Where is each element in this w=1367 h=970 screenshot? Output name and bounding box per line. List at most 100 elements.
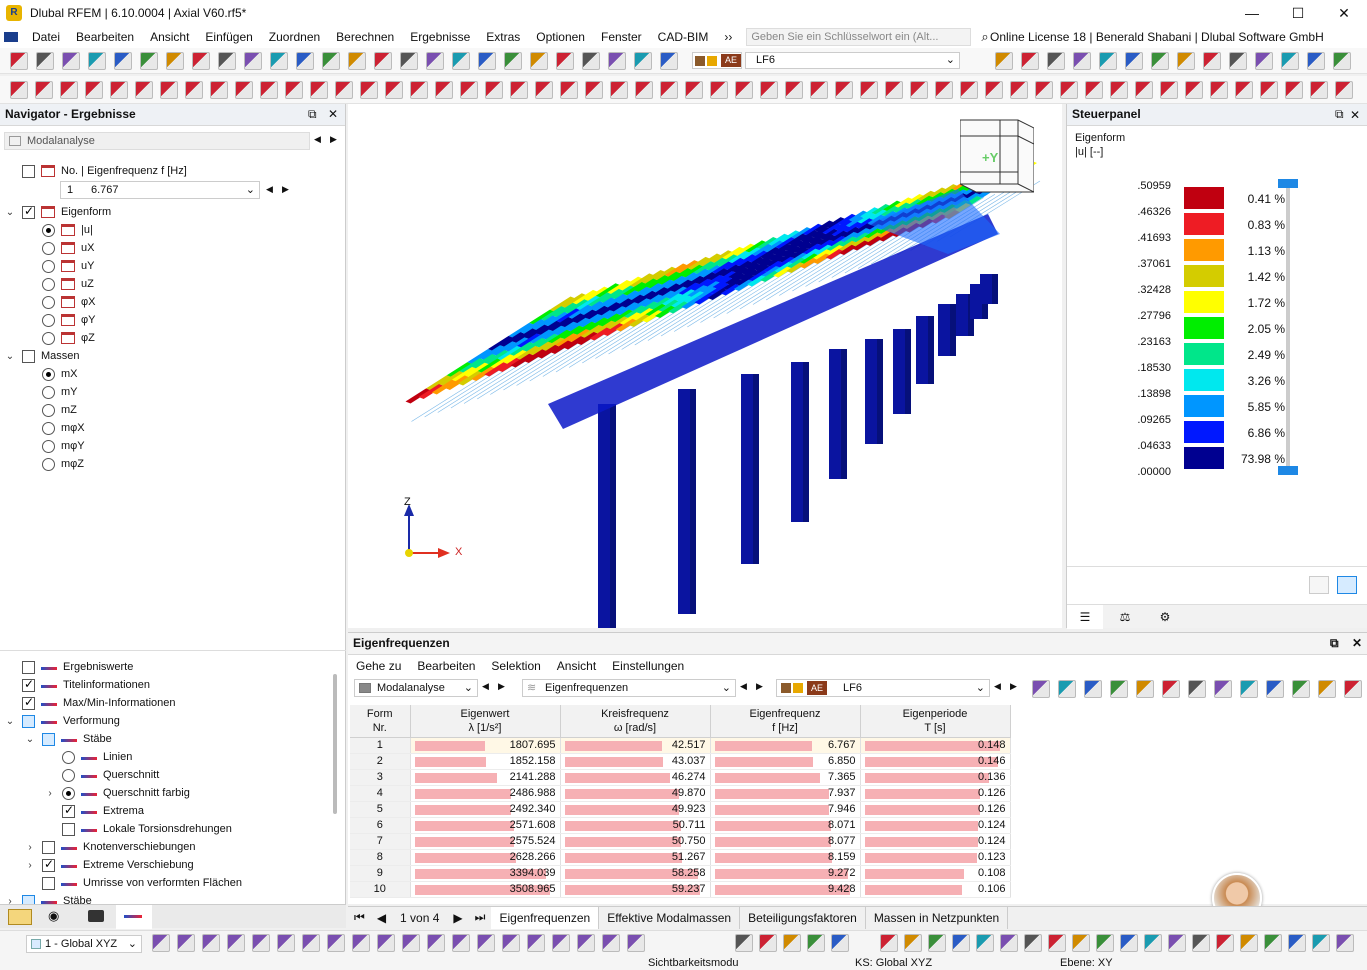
massen-checkbox[interactable] [22, 349, 35, 363]
mass-5[interactable]: mφZ [42, 455, 84, 473]
table-row[interactable]: 1 1807.695 42.517 6.767 0.148 [350, 737, 1011, 754]
toolbar-tool-icon[interactable] [910, 81, 928, 99]
table-row[interactable]: 2 1852.158 43.037 6.850 0.146 [350, 753, 1011, 770]
menu-bearbeiten[interactable]: Bearbeiten [409, 659, 483, 673]
table-tool-icon[interactable] [1058, 680, 1076, 698]
toolbar-tool-icon[interactable] [785, 81, 803, 99]
close-button[interactable]: ✕ [1321, 0, 1367, 26]
toolbar-tool-icon[interactable] [1210, 81, 1228, 99]
toolbar-tool-icon[interactable] [530, 52, 548, 70]
result-option-10[interactable]: › Knotenverschiebungen [24, 838, 196, 856]
mode-checkbox[interactable] [22, 164, 35, 178]
minimize-button[interactable]: — [1229, 0, 1275, 26]
toolbar-tool-icon[interactable] [1260, 81, 1278, 99]
component-2[interactable]: uY [42, 257, 94, 275]
toolbar-tool-icon[interactable] [260, 81, 278, 99]
toolbar-tool-icon[interactable] [348, 52, 366, 70]
float-icon[interactable]: ⧉ [1330, 636, 1339, 651]
toolbar-tool-icon[interactable] [478, 52, 496, 70]
toolbar-tool-icon[interactable] [244, 52, 262, 70]
toolbar-tool-icon[interactable] [860, 81, 878, 99]
legend-options-icon[interactable] [1337, 576, 1357, 594]
toolbar-tool-icon[interactable] [210, 81, 228, 99]
results-tab[interactable] [116, 905, 152, 929]
prev-arrow-icon[interactable]: ◀ [482, 681, 489, 692]
eigenform-row[interactable]: ⌄ Eigenform [4, 203, 111, 221]
data-tab-icon[interactable] [8, 909, 32, 925]
result-option-2[interactable]: Max/Min-Informationen [22, 694, 176, 712]
collapse-icon[interactable]: ⌄ [4, 351, 16, 362]
component-radio[interactable] [42, 259, 55, 273]
menu-zuordnen[interactable]: Zuordnen [261, 30, 328, 44]
toolbar-tool-icon[interactable] [1203, 52, 1221, 70]
toolbar-tool-icon[interactable] [10, 52, 28, 70]
toolbar-tool-icon[interactable] [270, 52, 288, 70]
results-loadcase-select[interactable]: AE LF6 ⌄ [776, 679, 990, 697]
status-tool-icon[interactable] [831, 934, 849, 952]
first-page-icon[interactable]: ⏮ [348, 910, 371, 925]
toolbar-tool-icon[interactable] [85, 81, 103, 99]
toolbar-tool-icon[interactable] [426, 52, 444, 70]
expand-icon[interactable]: › [44, 788, 56, 799]
status-tool-icon[interactable] [759, 934, 777, 952]
toolbar-tool-icon[interactable] [995, 52, 1013, 70]
toolbar-tool-icon[interactable] [36, 52, 54, 70]
toolbar-tool-icon[interactable] [1073, 52, 1091, 70]
search-input[interactable]: Geben Sie ein Schlüsselwort ein (Alt... [746, 28, 972, 46]
table-row[interactable]: 8 2628.266 51.267 8.159 0.123 [350, 849, 1011, 866]
analysis-type-select[interactable]: Modalanalyse [4, 132, 310, 150]
menu-selektion[interactable]: Selektion [483, 659, 548, 673]
tab-massen-in-netzpunkten[interactable]: Massen in Netzpunkten [866, 906, 1009, 929]
toolbar-tool-icon[interactable] [634, 52, 652, 70]
menu-bearbeiten[interactable]: Bearbeiten [68, 30, 142, 44]
toolbar-tool-icon[interactable] [1085, 81, 1103, 99]
expand-icon[interactable]: › [24, 842, 36, 853]
toolbar-tool-icon[interactable] [296, 52, 314, 70]
toolbar-tool-icon[interactable] [400, 52, 418, 70]
expand-icon[interactable]: ⌄ [4, 716, 16, 727]
tab-eigenfrequenzen[interactable]: Eigenfrequenzen [491, 906, 600, 929]
toolbar-tool-icon[interactable] [585, 81, 603, 99]
result-option-3[interactable]: ⌄ Verformung [4, 712, 120, 730]
option-checkbox[interactable] [62, 803, 75, 818]
tab-beteiligungsfaktoren[interactable]: Beteiligungsfaktoren [740, 906, 866, 929]
menu-gehe-zu[interactable]: Gehe zu [348, 659, 409, 673]
mass-radio[interactable] [42, 367, 55, 381]
mode-select[interactable]: 1 6.767 ⌄ [60, 181, 260, 199]
toolbar-tool-icon[interactable] [1281, 52, 1299, 70]
toolbar-tool-icon[interactable] [835, 81, 853, 99]
option-checkbox[interactable] [42, 857, 55, 872]
toolbar-tool-icon[interactable] [608, 52, 626, 70]
next-arrow-icon[interactable]: ▶ [498, 681, 505, 692]
result-option-12[interactable]: Umrisse von verformten Flächen [42, 874, 242, 892]
toolbar-tool-icon[interactable] [1099, 52, 1117, 70]
status-tool-icon[interactable] [807, 934, 825, 952]
status-tool-icon[interactable] [452, 934, 470, 952]
status-tool-icon[interactable] [1288, 934, 1306, 952]
view-cube[interactable]: +Y [959, 116, 1035, 194]
status-tool-icon[interactable] [904, 934, 922, 952]
status-tool-icon[interactable] [1192, 934, 1210, 952]
table-row[interactable]: 7 2575.524 50.750 8.077 0.124 [350, 833, 1011, 850]
status-tool-icon[interactable] [735, 934, 753, 952]
menu-cad-bim[interactable]: CAD-BIM [650, 30, 717, 44]
loadcase-select[interactable]: LF6 ⌄ [745, 52, 960, 69]
component-radio[interactable] [42, 331, 55, 345]
toolbar-tool-icon[interactable] [218, 52, 236, 70]
status-tool-icon[interactable] [880, 934, 898, 952]
status-tool-icon[interactable] [177, 934, 195, 952]
next-arrow-icon[interactable]: ▶ [756, 681, 763, 692]
menu-optionen[interactable]: Optionen [528, 30, 593, 44]
toolbar-tool-icon[interactable] [1160, 81, 1178, 99]
toolbar-tool-icon[interactable] [452, 52, 470, 70]
status-tool-icon[interactable] [1024, 934, 1042, 952]
eigenform-checkbox[interactable] [22, 204, 35, 219]
result-option-8[interactable]: Extrema [62, 802, 144, 820]
table-tool-icon[interactable] [1240, 680, 1258, 698]
option-radio[interactable] [62, 750, 75, 764]
collapse-icon[interactable]: ⌄ [4, 207, 16, 218]
result-option-4[interactable]: ⌄ Stäbe [24, 730, 112, 748]
toolbar-tool-icon[interactable] [166, 52, 184, 70]
toolbar-tool-icon[interactable] [235, 81, 253, 99]
toolbar-tool-icon[interactable] [1125, 52, 1143, 70]
